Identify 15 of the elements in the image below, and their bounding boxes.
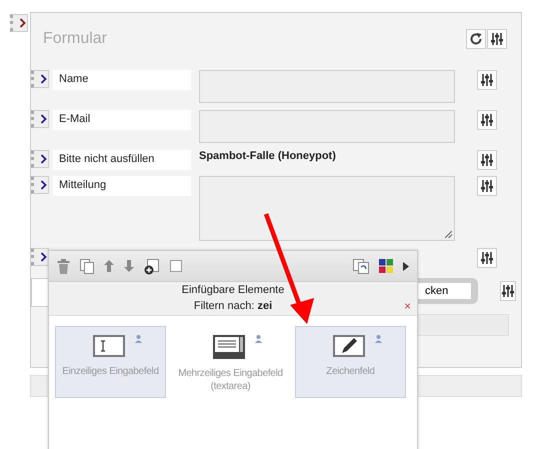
- field-label: Name: [53, 70, 191, 90]
- filter-text: Filtern nach: zei: [194, 300, 272, 312]
- element-tile[interactable]: Zeichenfeld: [295, 326, 406, 398]
- element-tile[interactable]: Einzeiliges Eingabefeld: [55, 326, 166, 398]
- close-button[interactable]: ×: [404, 299, 411, 313]
- tile-label: Zeichenfeld: [326, 365, 375, 379]
- element-tile[interactable]: Mehrzeiliges Eingabefeld (textarea): [175, 326, 286, 398]
- field-label: E-Mail: [53, 110, 191, 130]
- tile-label: Mehrzeiliges Eingabefeld (textarea): [177, 367, 284, 394]
- panel-title: Formular: [43, 30, 108, 48]
- field-label: Mitteilung: [53, 176, 191, 196]
- field-label: Bitte nicht ausfüllen: [53, 150, 191, 170]
- honeypot-text: Spambot-Falle (Honeypot): [199, 149, 336, 162]
- popup-title: Einfügbare Elemente: [182, 284, 284, 296]
- tile-label: Einzeiliges Eingabefeld: [62, 365, 159, 379]
